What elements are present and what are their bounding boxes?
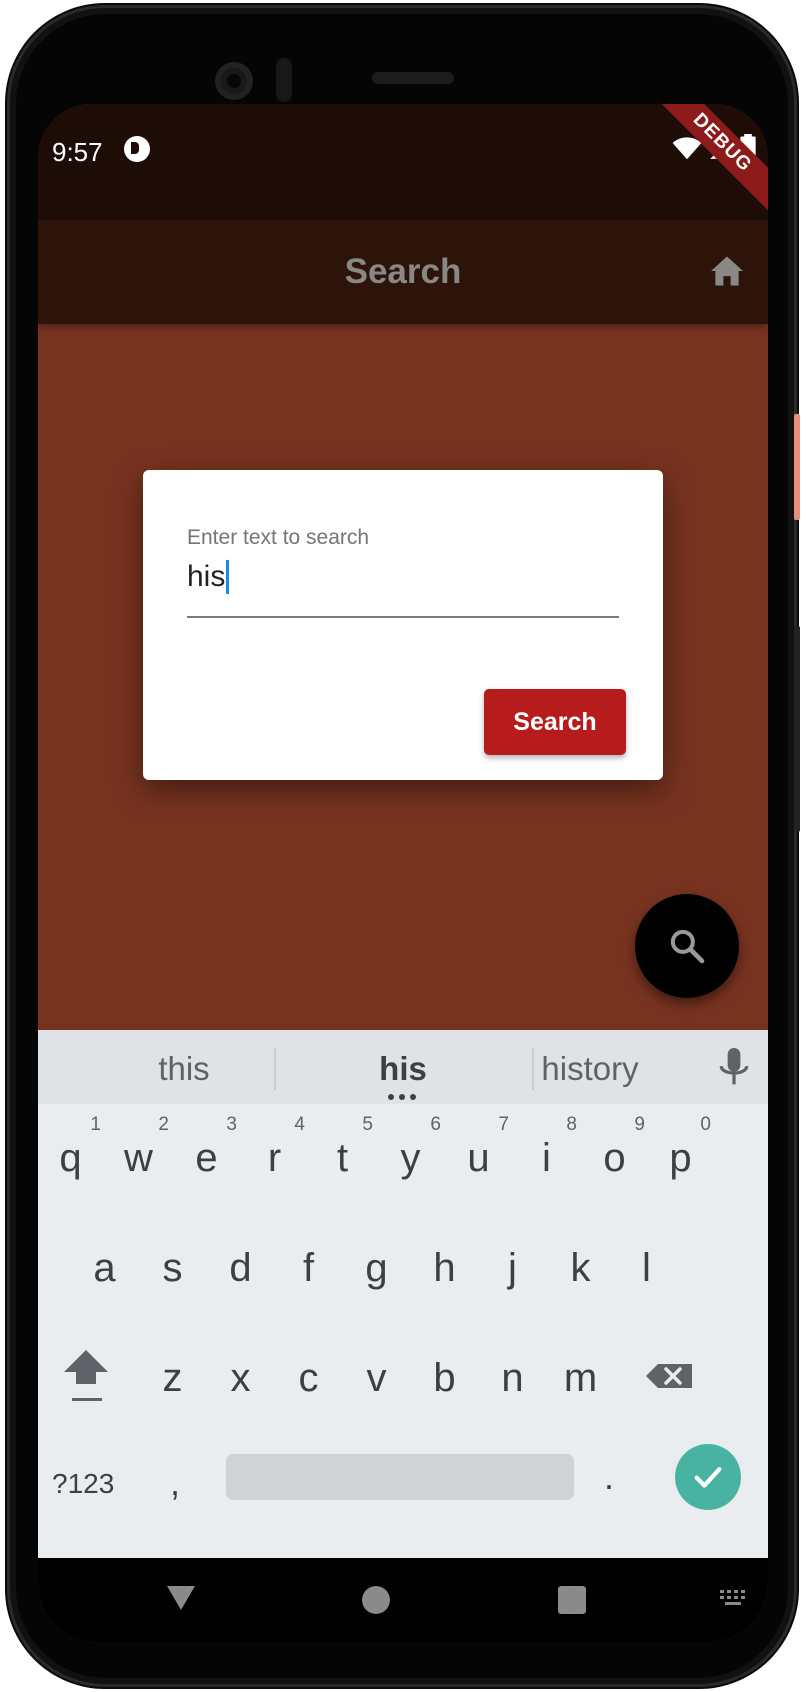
- space-key[interactable]: [226, 1454, 574, 1500]
- key-i[interactable]: 8i: [510, 1106, 583, 1206]
- status-bar: 9:57 DEBUG: [38, 104, 768, 220]
- search-button[interactable]: Search: [484, 689, 626, 755]
- app-bar: Search: [38, 220, 768, 324]
- shift-icon: [64, 1350, 108, 1401]
- key-w[interactable]: 2w: [102, 1106, 175, 1206]
- suggestion-right[interactable]: history: [500, 1050, 680, 1088]
- key-p[interactable]: 0p: [644, 1106, 717, 1206]
- key-b[interactable]: b: [408, 1326, 481, 1426]
- key-f[interactable]: f: [272, 1216, 345, 1316]
- key-a[interactable]: a: [68, 1216, 141, 1316]
- key-j[interactable]: j: [476, 1216, 549, 1316]
- key-x[interactable]: x: [204, 1326, 277, 1426]
- enter-key[interactable]: [675, 1444, 741, 1510]
- key-h[interactable]: h: [408, 1216, 481, 1316]
- search-dialog: Enter text to search his Search: [143, 470, 663, 780]
- suggestion-divider: [274, 1048, 276, 1090]
- shift-key[interactable]: [50, 1326, 123, 1426]
- power-button: [794, 414, 800, 520]
- checkmark-icon: [694, 1467, 722, 1488]
- search-icon: [670, 929, 705, 964]
- page-title: Search: [344, 252, 462, 291]
- period-key[interactable]: .: [604, 1456, 614, 1498]
- key-t[interactable]: 5t: [306, 1106, 379, 1206]
- soft-keyboard: this his history 1q 2w 3e 4r 5t 6y 7u 8i…: [38, 1030, 768, 1558]
- proximity-sensor: [276, 58, 292, 102]
- more-suggestions-dots: [388, 1094, 416, 1100]
- search-input[interactable]: his: [187, 560, 230, 594]
- key-m[interactable]: m: [544, 1326, 617, 1426]
- microphone-icon[interactable]: [716, 1048, 752, 1088]
- key-d[interactable]: d: [204, 1216, 277, 1316]
- status-time: 9:57: [52, 137, 103, 167]
- search-fab[interactable]: [635, 894, 739, 998]
- suggestion-strip: this his history: [38, 1030, 768, 1104]
- key-g[interactable]: g: [340, 1216, 413, 1316]
- back-icon[interactable]: [165, 1582, 197, 1612]
- key-o[interactable]: 9o: [578, 1106, 651, 1206]
- suggestion-left[interactable]: this: [124, 1050, 244, 1088]
- home-button[interactable]: [706, 250, 748, 292]
- home-icon: [711, 256, 743, 286]
- volume-button: [794, 626, 800, 832]
- text-cursor: [226, 560, 230, 594]
- keyboard-switch-icon[interactable]: [718, 1588, 748, 1608]
- key-n[interactable]: n: [476, 1326, 549, 1426]
- key-c[interactable]: c: [272, 1326, 345, 1426]
- earpiece-speaker: [372, 72, 454, 84]
- backspace-icon: [646, 1364, 692, 1388]
- notification-app-icon: [124, 136, 150, 162]
- comma-key[interactable]: ,: [170, 1462, 180, 1504]
- search-field-label: Enter text to search: [187, 526, 370, 549]
- key-s[interactable]: s: [136, 1216, 209, 1316]
- search-input-value: his: [187, 560, 226, 593]
- app-screen: 9:57 DEBUG Search Enter text to search h…: [38, 104, 768, 1642]
- suggestion-center[interactable]: his: [338, 1050, 468, 1088]
- key-l[interactable]: l: [610, 1216, 683, 1316]
- key-u[interactable]: 7u: [442, 1106, 515, 1206]
- front-camera: [215, 62, 253, 100]
- key-z[interactable]: z: [136, 1326, 209, 1426]
- key-e[interactable]: 3e: [170, 1106, 243, 1206]
- home-nav-button[interactable]: [362, 1586, 390, 1614]
- key-k[interactable]: k: [544, 1216, 617, 1316]
- recents-button[interactable]: [558, 1586, 586, 1614]
- key-y[interactable]: 6y: [374, 1106, 447, 1206]
- key-q[interactable]: 1q: [38, 1106, 107, 1206]
- backspace-key[interactable]: [632, 1326, 705, 1426]
- navigation-bar: [38, 1558, 768, 1642]
- search-input-underline: [187, 616, 619, 618]
- symbols-key[interactable]: ?123: [52, 1468, 114, 1500]
- key-v[interactable]: v: [340, 1326, 413, 1426]
- key-r[interactable]: 4r: [238, 1106, 311, 1206]
